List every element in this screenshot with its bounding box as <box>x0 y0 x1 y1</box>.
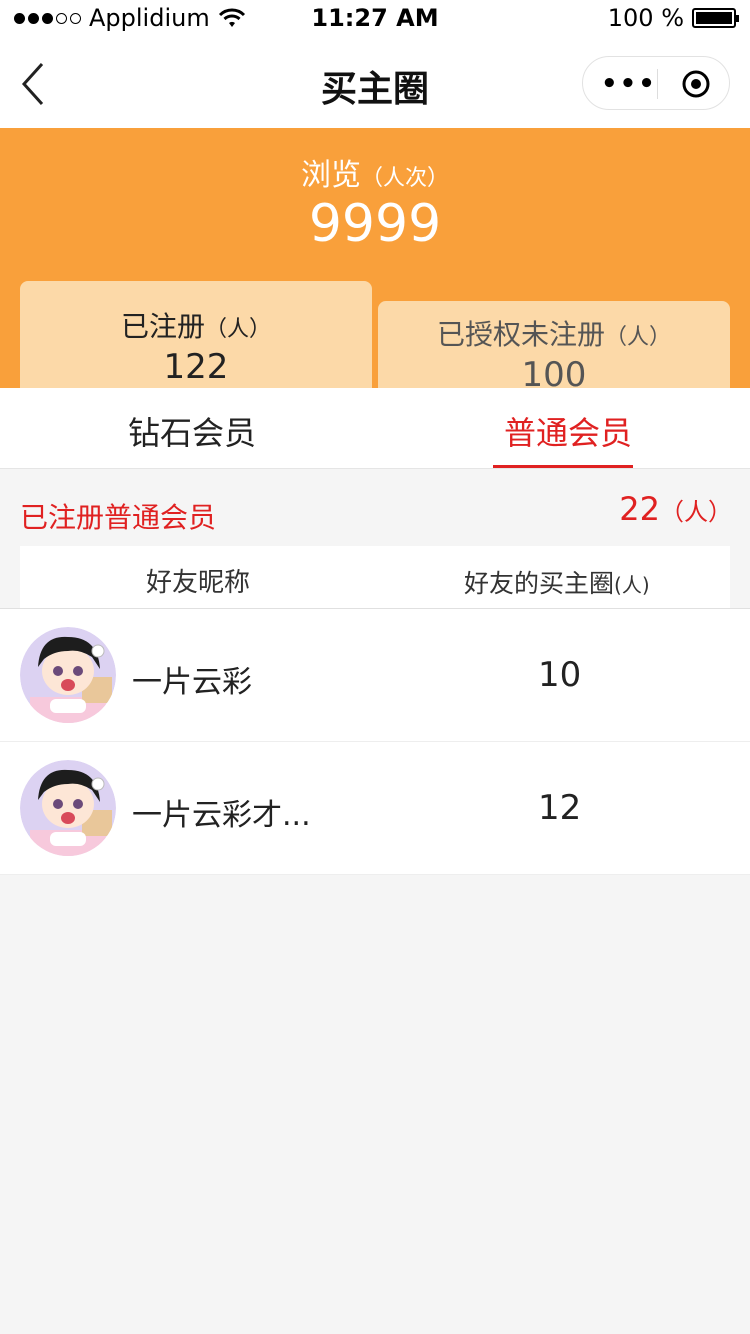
column-friend-circle: 好友的买主圈(人) <box>464 564 650 600</box>
section-count-value: 22 <box>619 490 660 528</box>
column-nickname: 好友昵称 <box>146 568 251 598</box>
section-count-unit: （人） <box>660 498 732 526</box>
friend-nickname: 一片云彩 <box>132 665 252 700</box>
nav-bar: 买主圈 ••• <box>0 40 750 128</box>
registered-count: 122 <box>163 347 229 387</box>
friend-nickname: 一片云彩才... <box>132 798 311 833</box>
authorized-unregistered-label-text: 已授权未注册 <box>436 318 605 351</box>
target-icon[interactable] <box>681 69 711 99</box>
tab-regular-member[interactable]: 普通会员 <box>504 408 632 454</box>
column-friend-circle-unit: (人) <box>614 573 650 597</box>
more-icon[interactable]: ••• <box>601 69 657 99</box>
battery-percent: 100 % <box>607 4 684 32</box>
status-bar: Applidium 11:27 AM 100 % <box>0 0 750 40</box>
views-count: 9999 <box>308 194 442 254</box>
avatar <box>20 760 116 856</box>
registered-label: 已注册（人） <box>20 305 372 345</box>
column-friend-circle-label: 好友的买主圈 <box>464 569 615 598</box>
authorized-unregistered-label: 已授权未注册（人） <box>378 313 730 353</box>
tab-diamond-member[interactable]: 钻石会员 <box>128 408 256 454</box>
friend-circle-count: 12 <box>538 788 582 828</box>
table-header: 好友昵称 好友的买主圈(人) <box>20 546 730 608</box>
authorized-unregistered-unit: （人） <box>605 325 672 350</box>
list-item[interactable]: 一片云彩 10 <box>0 609 750 742</box>
friend-circle-count: 10 <box>538 655 582 695</box>
authorized-unregistered-card[interactable]: 已授权未注册（人） 100 <box>378 301 730 395</box>
section-header: 已注册普通会员 22（人） <box>0 468 750 546</box>
registered-label-text: 已注册 <box>120 310 205 343</box>
member-tabs: 钻石会员 普通会员 <box>0 388 750 469</box>
capsule-divider <box>657 69 658 99</box>
section-count: 22（人） <box>619 490 732 528</box>
battery-icon <box>692 8 739 28</box>
avatar <box>20 627 116 723</box>
views-label: 浏览（人次） <box>0 150 750 194</box>
friend-list: 一片云彩 10 一片云彩才... 12 <box>0 608 750 875</box>
views-unit: （人次） <box>360 166 449 191</box>
registered-card[interactable]: 已注册（人） 122 <box>20 281 372 388</box>
section-title: 已注册普通会员 <box>20 501 217 534</box>
registered-unit: （人） <box>205 317 272 342</box>
mini-program-capsule: ••• <box>582 56 730 110</box>
list-item[interactable]: 一片云彩才... 12 <box>0 742 750 875</box>
views-label-text: 浏览 <box>300 158 361 193</box>
